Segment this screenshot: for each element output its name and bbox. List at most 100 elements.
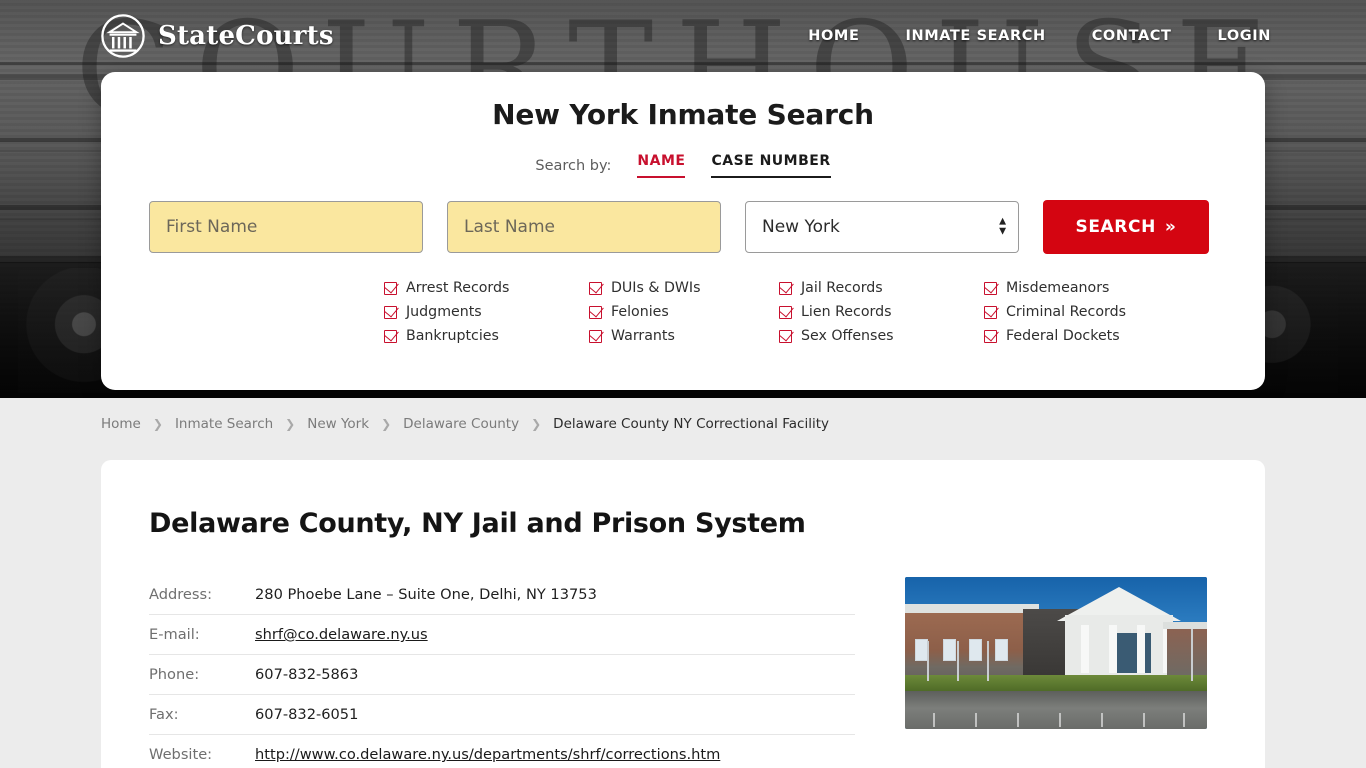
facility-info-table: Address: 280 Phoebe Lane – Suite One, De… bbox=[149, 575, 855, 768]
record-type-label: Warrants bbox=[611, 328, 675, 344]
record-type-item[interactable]: Bankruptcies bbox=[384, 324, 589, 348]
chevron-right-icon: ❯ bbox=[152, 417, 163, 431]
record-type-item[interactable]: DUIs & DWIs bbox=[589, 276, 779, 300]
row-value-email: shrf@co.delaware.ny.us bbox=[255, 615, 855, 655]
record-type-item[interactable]: Arrest Records bbox=[384, 276, 589, 300]
checkbox-checked-icon bbox=[384, 329, 397, 343]
facility-content-card: Delaware County, NY Jail and Prison Syst… bbox=[101, 460, 1265, 768]
facility-photo bbox=[905, 577, 1207, 729]
tab-search-by-case-number[interactable]: CASE NUMBER bbox=[711, 153, 831, 178]
photo-entry-doors bbox=[1117, 633, 1151, 673]
chevron-right-icon: ❯ bbox=[381, 417, 392, 431]
chevron-right-icon: ❯ bbox=[531, 417, 542, 431]
record-type-label: Federal Dockets bbox=[1006, 328, 1120, 344]
photo-grass bbox=[905, 675, 1207, 691]
breadcrumb-item-home[interactable]: Home bbox=[101, 416, 141, 432]
search-card-title: New York Inmate Search bbox=[492, 98, 874, 131]
photo-post bbox=[1191, 629, 1193, 681]
breadcrumb-item-inmate-search[interactable]: Inmate Search bbox=[175, 416, 273, 432]
search-form: New York ▲▼ SEARCH » bbox=[149, 200, 1265, 254]
photo-right-wing bbox=[1167, 627, 1207, 675]
search-button-label: SEARCH bbox=[1075, 217, 1156, 237]
breadcrumb-item-delaware-county[interactable]: Delaware County bbox=[403, 416, 519, 432]
row-value-address: 280 Phoebe Lane – Suite One, Delhi, NY 1… bbox=[255, 586, 597, 603]
record-type-label: Bankruptcies bbox=[406, 328, 499, 344]
photo-lot-line bbox=[975, 713, 977, 727]
search-by-row: Search by: NAME CASE NUMBER bbox=[101, 153, 1265, 178]
record-type-item[interactable]: Lien Records bbox=[779, 300, 984, 324]
checkbox-checked-icon bbox=[984, 305, 997, 319]
photo-window bbox=[969, 639, 982, 661]
row-value-fax: 607-832-6051 bbox=[255, 706, 359, 723]
row-value-website: http://www.co.delaware.ny.us/departments… bbox=[255, 735, 855, 768]
email-link[interactable]: shrf@co.delaware.ny.us bbox=[255, 626, 428, 643]
record-type-label: Arrest Records bbox=[406, 280, 510, 296]
brand-name: StateCourts bbox=[158, 21, 334, 51]
checkbox-checked-icon bbox=[384, 281, 397, 295]
brand-logo[interactable]: StateCourts bbox=[100, 13, 334, 59]
record-type-label: Lien Records bbox=[801, 304, 892, 320]
courthouse-circle-icon bbox=[100, 13, 146, 59]
photo-post bbox=[987, 641, 989, 681]
main-navigation: HOME INMATE SEARCH CONTACT LOGIN bbox=[808, 28, 1271, 44]
photo-column bbox=[1109, 625, 1117, 673]
nav-item-inmate-search[interactable]: INMATE SEARCH bbox=[905, 28, 1045, 44]
row-label: Phone: bbox=[149, 666, 200, 683]
record-type-item[interactable]: Federal Dockets bbox=[984, 324, 1159, 348]
record-type-item[interactable]: Felonies bbox=[589, 300, 779, 324]
record-type-label: Misdemeanors bbox=[1006, 280, 1110, 296]
nav-item-home[interactable]: HOME bbox=[808, 28, 859, 44]
photo-column bbox=[1137, 625, 1145, 673]
photo-lot-line bbox=[1183, 713, 1185, 727]
photo-lot-line bbox=[1143, 713, 1145, 727]
search-by-label: Search by: bbox=[535, 157, 612, 174]
checkbox-checked-icon bbox=[589, 281, 602, 295]
record-type-label: Sex Offenses bbox=[801, 328, 894, 344]
breadcrumb: Home ❯ Inmate Search ❯ New York ❯ Delawa… bbox=[0, 398, 1366, 450]
record-type-label: Felonies bbox=[611, 304, 669, 320]
checkbox-checked-icon bbox=[384, 305, 397, 319]
last-name-input[interactable] bbox=[447, 201, 721, 253]
photo-right-roof bbox=[1163, 622, 1207, 629]
nav-item-contact[interactable]: CONTACT bbox=[1092, 28, 1172, 44]
search-button[interactable]: SEARCH » bbox=[1043, 200, 1209, 254]
nav-item-login[interactable]: LOGIN bbox=[1218, 28, 1271, 44]
checkbox-checked-icon bbox=[589, 329, 602, 343]
photo-parking-lot bbox=[905, 691, 1207, 729]
record-type-item[interactable]: Sex Offenses bbox=[779, 324, 984, 348]
website-link[interactable]: http://www.co.delaware.ny.us/departments… bbox=[255, 746, 720, 763]
record-type-item[interactable]: Judgments bbox=[384, 300, 589, 324]
table-row: Fax: 607-832-6051 bbox=[149, 695, 855, 735]
record-type-label: Judgments bbox=[406, 304, 482, 320]
facility-details: Address: 280 Phoebe Lane – Suite One, De… bbox=[101, 575, 1265, 768]
record-type-item[interactable]: Misdemeanors bbox=[984, 276, 1159, 300]
state-select-wrapper: New York ▲ ▼ bbox=[745, 201, 1019, 253]
page-title: Delaware County, NY Jail and Prison Syst… bbox=[149, 508, 806, 539]
state-select[interactable]: New York bbox=[745, 201, 1019, 253]
double-chevron-right-icon: » bbox=[1164, 217, 1177, 237]
checkbox-checked-icon bbox=[779, 305, 792, 319]
photo-post bbox=[927, 641, 929, 681]
record-type-item[interactable]: Criminal Records bbox=[984, 300, 1159, 324]
breadcrumb-item-new-york[interactable]: New York bbox=[307, 416, 369, 432]
checkbox-checked-icon bbox=[589, 305, 602, 319]
photo-lot-line bbox=[933, 713, 935, 727]
tab-search-by-name[interactable]: NAME bbox=[637, 153, 686, 178]
inmate-search-card: New York Inmate Search Search by: NAME C… bbox=[101, 72, 1265, 390]
checkbox-checked-icon bbox=[984, 281, 997, 295]
photo-window bbox=[995, 639, 1008, 661]
checkbox-checked-icon bbox=[984, 329, 997, 343]
record-type-label: Criminal Records bbox=[1006, 304, 1126, 320]
checkbox-checked-icon bbox=[779, 281, 792, 295]
table-row: Address: 280 Phoebe Lane – Suite One, De… bbox=[149, 575, 855, 615]
photo-lot-line bbox=[1059, 713, 1061, 727]
record-types-list: Arrest Records DUIs & DWIs Jail Records … bbox=[384, 276, 1265, 348]
row-label: Website: bbox=[149, 746, 213, 763]
photo-left-roof bbox=[905, 604, 1039, 613]
row-label: E-mail: bbox=[149, 626, 200, 643]
hero-banner: COURTHOUSE StateCourts HOME INMATE SEAR bbox=[0, 0, 1366, 398]
record-type-label: Jail Records bbox=[801, 280, 883, 296]
record-type-item[interactable]: Warrants bbox=[589, 324, 779, 348]
record-type-item[interactable]: Jail Records bbox=[779, 276, 984, 300]
first-name-input[interactable] bbox=[149, 201, 423, 253]
